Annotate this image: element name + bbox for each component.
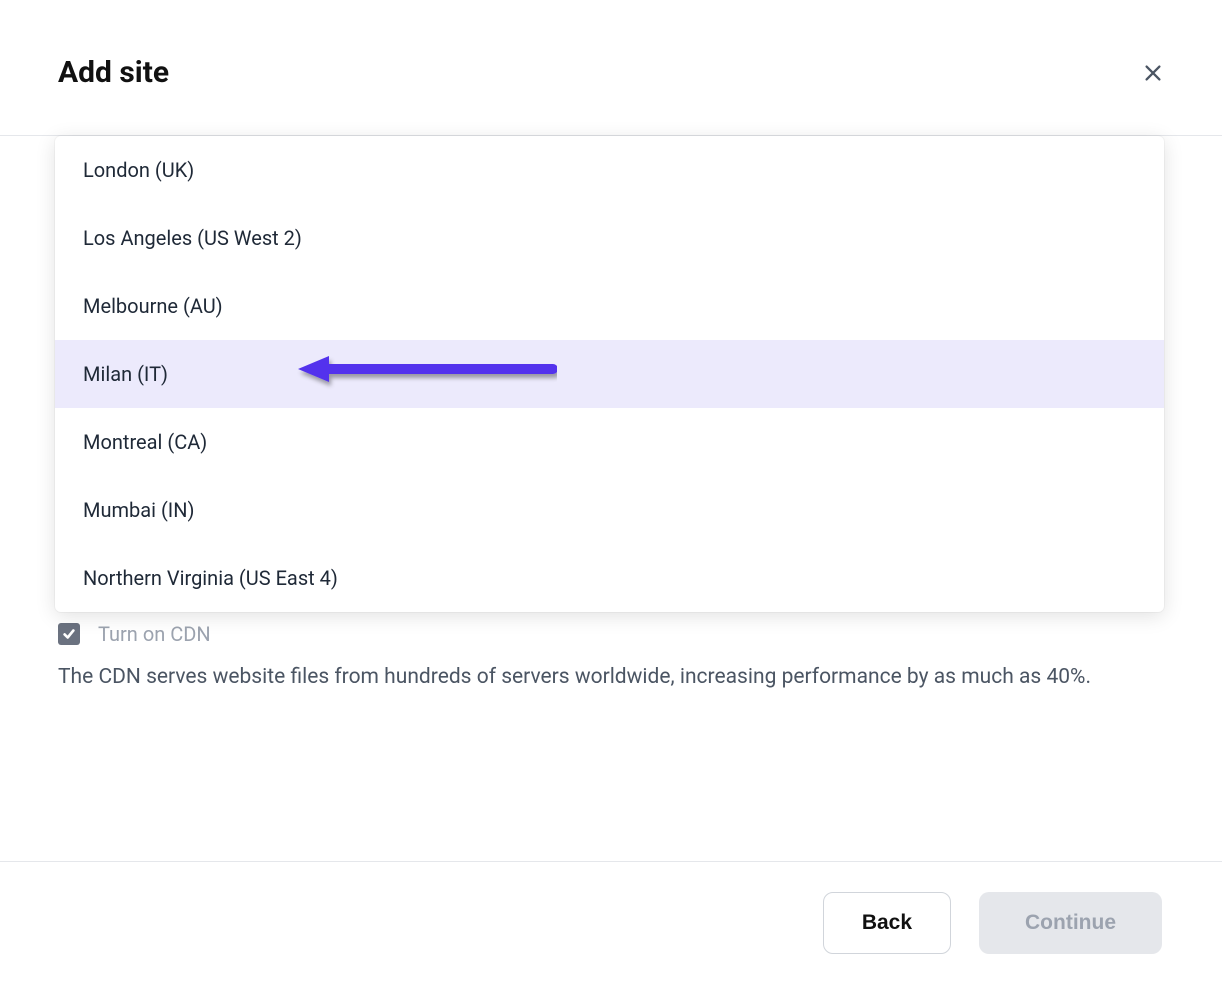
back-button[interactable]: Back (823, 892, 951, 954)
modal-footer: Back Continue (0, 861, 1222, 984)
page-title: Add site (58, 55, 169, 90)
location-option[interactable]: Mumbai (IN) (55, 476, 1164, 544)
continue-button[interactable]: Continue (979, 892, 1162, 954)
location-option[interactable]: Melbourne (AU) (55, 272, 1164, 340)
location-option[interactable]: Montreal (CA) (55, 408, 1164, 476)
cdn-section: Turn on CDN The CDN serves website files… (58, 622, 1164, 698)
location-dropdown-panel: London (UK)Los Angeles (US West 2)Melbou… (55, 136, 1164, 612)
cdn-checkbox-label: Turn on CDN (98, 622, 211, 646)
location-option[interactable]: Los Angeles (US West 2) (55, 204, 1164, 272)
close-icon[interactable] (1142, 62, 1164, 84)
location-option[interactable]: Northern Virginia (US East 4) (55, 544, 1164, 612)
arrow-annotation-icon (295, 355, 557, 393)
cdn-checkbox-row: Turn on CDN (58, 622, 1164, 646)
location-option[interactable]: Milan (IT) (55, 340, 1164, 408)
cdn-description: The CDN serves website files from hundre… (58, 658, 1164, 698)
location-option[interactable]: London (UK) (55, 136, 1164, 204)
modal-header: Add site (0, 0, 1222, 136)
cdn-checkbox[interactable] (58, 623, 80, 645)
